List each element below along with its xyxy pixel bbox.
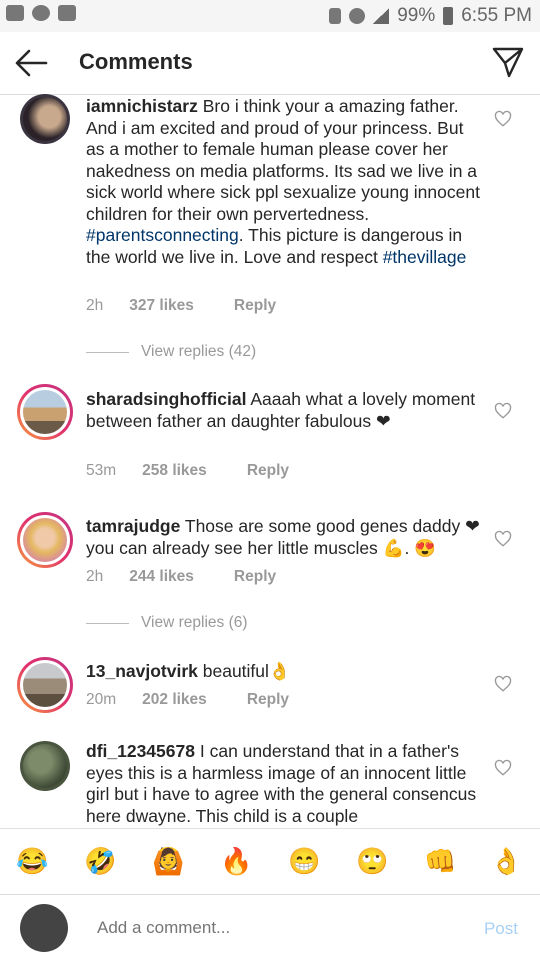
ok-hand-emoji-icon[interactable]: 👌 <box>490 845 522 877</box>
direct-send-icon[interactable] <box>492 46 524 78</box>
avatar[interactable] <box>20 741 70 791</box>
likes-count[interactable]: 327 likes <box>129 297 194 315</box>
comment-text: tamrajudge Those are some good genes dad… <box>86 516 486 559</box>
wifi-icon <box>349 8 366 24</box>
rolling-laughing-emoji-icon[interactable]: 🤣 <box>84 845 116 877</box>
comment-meta: 20m 202 likes Reply <box>86 691 289 709</box>
comment-meta: 53m 258 likes Reply <box>86 462 289 480</box>
view-replies-label: View replies (6) <box>141 614 248 631</box>
heart-icon[interactable] <box>494 675 512 693</box>
back-arrow-icon[interactable] <box>14 48 48 78</box>
reply-button[interactable]: Reply <box>234 568 276 586</box>
comment-username[interactable]: iamnichistarz <box>86 96 198 116</box>
tears-of-joy-emoji-icon[interactable]: 😂 <box>16 845 48 877</box>
avatar[interactable] <box>17 512 73 568</box>
comment-text: dfi_12345678 I can understand that in a … <box>86 741 486 827</box>
fire-emoji-icon[interactable]: 🔥 <box>220 845 252 877</box>
avatar[interactable] <box>17 657 73 713</box>
eye-roll-emoji-icon[interactable]: 🙄 <box>356 845 388 877</box>
view-replies-button[interactable]: View replies (6) <box>86 614 248 632</box>
comment-text: sharadsinghofficial Aaaah what a lovely … <box>86 389 486 432</box>
page-title: Comments <box>79 49 193 74</box>
comment-time: 53m <box>86 462 117 479</box>
view-replies-button[interactable]: View replies (42) <box>86 343 256 361</box>
comment-time: 2h <box>86 297 104 314</box>
grinning-emoji-icon[interactable]: 😁 <box>288 845 320 877</box>
divider <box>86 351 129 353</box>
comment-composer: Post <box>0 894 540 961</box>
emoji-quick-bar: 😂 🤣 🙆 🔥 😁 🙄 👊 👌 <box>0 828 540 895</box>
comment-username[interactable]: tamrajudge <box>86 516 180 536</box>
view-replies-label: View replies (42) <box>141 343 257 360</box>
reply-button[interactable]: Reply <box>247 462 289 480</box>
comment-text: 13_navjotvirk beautiful👌 <box>86 661 486 683</box>
lock-icon <box>329 8 342 24</box>
fist-bump-emoji-icon[interactable]: 👊 <box>424 845 456 877</box>
comment-time: 20m <box>86 691 117 708</box>
clock: 6:55 PM <box>461 5 532 26</box>
comment-username[interactable]: dfi_12345678 <box>86 741 195 761</box>
heart-icon[interactable] <box>494 402 512 420</box>
likes-count[interactable]: 244 likes <box>129 568 194 586</box>
post-button[interactable]: Post <box>484 919 518 939</box>
comment-time: 2h <box>86 568 104 585</box>
hashtag-link[interactable]: #thevillage <box>383 247 467 267</box>
whatsapp-icon <box>32 5 50 21</box>
comment-username[interactable]: 13_navjotvirk <box>86 661 198 681</box>
heart-icon[interactable] <box>494 530 512 548</box>
top-bar: Comments <box>0 32 540 95</box>
comment-body: beautiful👌 <box>202 661 291 681</box>
comment-input[interactable] <box>95 917 469 939</box>
battery-icon <box>443 7 454 25</box>
avatar[interactable] <box>20 904 68 952</box>
reply-button[interactable]: Reply <box>247 691 289 709</box>
heart-icon[interactable] <box>494 110 512 128</box>
avatar[interactable] <box>17 384 73 440</box>
likes-count[interactable]: 202 likes <box>142 691 207 709</box>
comment-meta: 2h 244 likes Reply <box>86 568 276 586</box>
likes-count[interactable]: 258 likes <box>142 462 207 480</box>
signal-icon <box>373 8 390 24</box>
comment-text: iamnichistarz Bro i think your a amazing… <box>86 96 486 268</box>
status-bar: 99% 6:55 PM <box>0 0 540 32</box>
gallery-icon <box>58 5 76 21</box>
reply-button[interactable]: Reply <box>234 297 276 315</box>
comment-meta: 2h 327 likes Reply <box>86 297 276 315</box>
divider <box>86 622 129 624</box>
mail-icon <box>6 5 24 21</box>
comment-username[interactable]: sharadsinghofficial <box>86 389 246 409</box>
comments-list[interactable]: iamnichistarz Bro i think your a amazing… <box>0 94 540 828</box>
battery-percent: 99% <box>397 5 436 26</box>
hashtag-link[interactable]: #parentsconnecting <box>86 225 239 245</box>
gesturing-ok-emoji-icon[interactable]: 🙆 <box>152 845 184 877</box>
notification-icons <box>6 5 76 21</box>
avatar[interactable] <box>20 94 70 144</box>
heart-icon[interactable] <box>494 759 512 777</box>
